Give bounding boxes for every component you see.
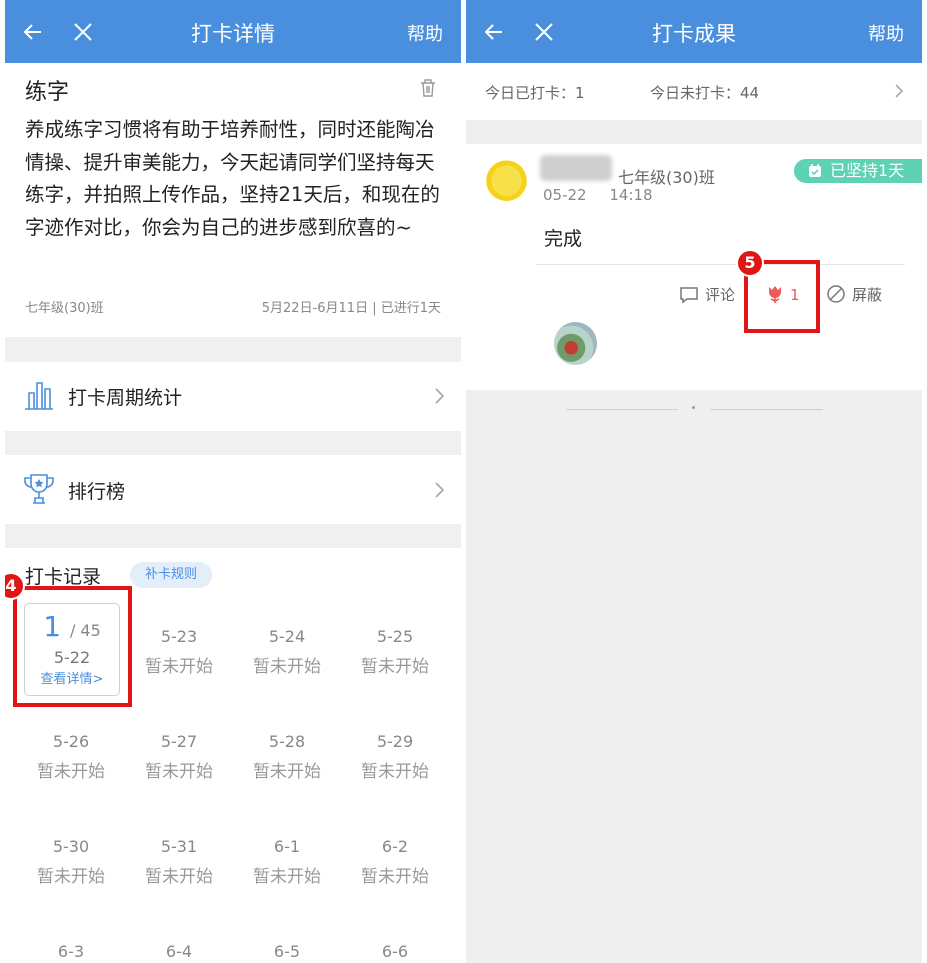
block-icon [827,285,845,303]
day-cell[interactable]: 5-28 暂未开始 [233,732,341,782]
chevron-right-icon [895,84,904,98]
day-cell[interactable]: 6-4 [125,942,233,961]
divider [536,264,905,265]
chevron-right-icon [435,388,445,404]
help-button[interactable]: 帮助 [868,20,904,46]
not-checked-in-count: 今日未打卡：44 [650,84,760,102]
day-cell[interactable]: 6-3 [17,942,125,961]
app-bar: 打卡成果 帮助 [466,0,922,63]
page-title: 打卡详情 [191,22,275,46]
step-badge: 5 [736,249,764,277]
post-class: 七年级(30)班 [618,168,715,187]
day-cell[interactable]: 5-30 暂未开始 [17,837,125,887]
highlight-box [13,586,132,707]
post-timestamp: 05-22 14:18 [543,186,653,204]
checked-in-count: 今日已打卡：1 [485,84,585,102]
task-title: 练字 [25,80,70,105]
cycle-stats-label: 打卡周期统计 [68,387,183,409]
leaderboard-label: 排行榜 [68,481,126,503]
post-content: 完成 [544,228,583,250]
day-cell[interactable]: 6-1 暂未开始 [233,837,341,887]
app-bar: 打卡详情 帮助 [5,0,461,63]
task-description: 养成练字习惯将有助于培养耐性，同时还能陶冶情操、提升审美能力，今天起请同学们坚持… [25,118,440,239]
cycle-stats-row[interactable]: 打卡周期统计 [5,361,461,431]
date-range: 5月22日-6月11日 | 已进行1天 [261,301,441,316]
end-of-list-line [710,409,823,410]
calendar-check-icon [809,164,821,177]
chevron-right-icon [435,482,445,498]
checkin-results-screen: 打卡成果 帮助 今日已打卡：1 今日未打卡：44 七年级(30)班 05-22 … [466,0,922,963]
section-divider [5,431,461,455]
end-of-list-dot [692,406,695,409]
leaderboard-row[interactable]: 排行榜 [5,455,461,525]
records-title: 打卡记录 [25,566,102,588]
checkin-detail-screen: 打卡详情 帮助 练字 养成练字习惯将有助于培养耐性，同时还能陶冶情操、提升审美能… [5,0,461,963]
class-name: 七年级(30)班 [25,301,104,316]
day-cell[interactable]: 6-5 [233,942,341,961]
bar-chart-icon [25,382,53,410]
day-cell[interactable]: 6-6 [341,942,449,961]
today-stats-row[interactable]: 今日已打卡：1 今日未打卡：44 [466,63,922,120]
avatar[interactable] [484,156,529,201]
section-divider [5,524,461,548]
block-button[interactable]: 屏蔽 [826,284,882,305]
trash-icon[interactable] [419,78,437,98]
section-divider [5,337,461,362]
day-cell[interactable]: 5-26 暂未开始 [17,732,125,782]
day-cell[interactable]: 5-29 暂未开始 [341,732,449,782]
checkin-post: 七年级(30)班 05-22 14:18 已坚持1天 完成 评论 1 屏蔽 [466,144,922,390]
comment-icon [680,287,698,304]
day-cell[interactable]: 5-31 暂未开始 [125,837,233,887]
makeup-rules-button[interactable]: 补卡规则 [130,562,212,588]
day-cell[interactable]: 6-2 暂未开始 [341,837,449,887]
page-title: 打卡成果 [652,22,736,46]
day-cell[interactable]: 5-25 暂未开始 [341,627,449,677]
help-button[interactable]: 帮助 [407,20,443,46]
end-of-list-line [566,409,678,410]
day-cell[interactable]: 5-24 暂未开始 [233,627,341,677]
day-cell[interactable]: 5-23 暂未开始 [125,627,233,677]
day-cell[interactable]: 5-27 暂未开始 [125,732,233,782]
blurred-username [540,155,612,181]
trophy-icon [24,474,54,504]
liker-avatar[interactable] [554,322,597,365]
streak-badge: 已坚持1天 [794,159,922,183]
comment-button[interactable]: 评论 [679,284,735,305]
